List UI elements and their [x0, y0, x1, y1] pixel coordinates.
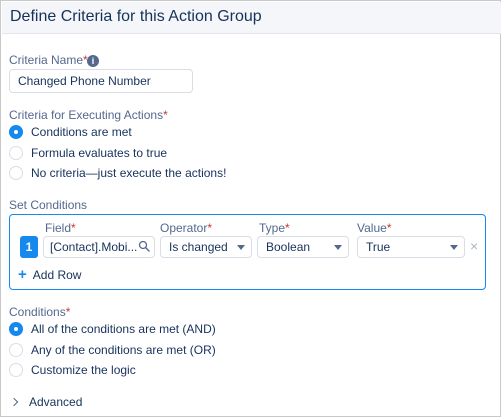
radio-label: All of the conditions are met (AND) [31, 322, 216, 336]
radio-label: Formula evaluates to true [31, 146, 168, 160]
add-row-label: Add Row [32, 268, 82, 282]
type-selected-text: Boolean [266, 240, 311, 254]
criteria-executing-label: Criteria for Executing Actions* [9, 108, 168, 122]
criteria-name-label: Criteria Name* [9, 53, 88, 67]
column-header-text: Field [45, 221, 72, 235]
radio-label: No criteria—just execute the actions! [31, 166, 227, 180]
dialog-header: Define Criteria for this Action Group [2, 2, 501, 34]
set-conditions-label: Set Conditions [9, 198, 88, 212]
required-mark: * [207, 221, 213, 235]
column-header-text: Operator [160, 221, 208, 235]
column-header-field: Field* [45, 221, 76, 235]
radio-button[interactable] [9, 363, 23, 377]
radio-customize-logic[interactable]: Customize the logic [9, 362, 136, 378]
required-mark: * [65, 305, 71, 319]
search-icon[interactable] [138, 240, 150, 252]
value-select[interactable]: True [357, 236, 465, 258]
info-icon[interactable]: i [87, 55, 99, 67]
radio-button[interactable] [9, 166, 23, 180]
criteria-name-label-text: Criteria Name [9, 53, 84, 67]
radio-button-checked[interactable] [9, 322, 23, 336]
radio-label: Customize the logic [31, 363, 136, 377]
value-selected-text: True [366, 240, 391, 254]
radio-label: Any of the conditions are met (OR) [31, 343, 216, 357]
advanced-label: Advanced [29, 395, 83, 409]
column-header-type: Type* [259, 221, 290, 235]
column-header-operator: Operator* [160, 221, 212, 235]
radio-any-conditions[interactable]: Any of the conditions are met (OR) [9, 342, 216, 358]
radio-label: Conditions are met [31, 125, 132, 139]
conditions-label: Conditions* [9, 305, 70, 319]
column-header-value: Value* [357, 221, 391, 235]
radio-all-conditions[interactable]: All of the conditions are met (AND) [9, 321, 216, 337]
field-value-text: [Contact].Mobi... [50, 240, 138, 254]
column-header-text: Value [357, 221, 387, 235]
required-mark: * [386, 221, 392, 235]
conditions-table: Field* Operator* Type* Value* 1 [Contact… [9, 214, 486, 290]
radio-button[interactable] [9, 343, 23, 357]
required-mark: * [71, 221, 76, 235]
radio-formula-evaluates[interactable]: Formula evaluates to true [9, 145, 167, 161]
add-row-button[interactable]: + Add Row [18, 266, 82, 283]
chevron-down-icon [237, 245, 245, 250]
chevron-right-icon [9, 397, 19, 407]
radio-no-criteria[interactable]: No criteria—just execute the actions! [9, 165, 226, 181]
remove-row-icon[interactable]: × [470, 239, 478, 253]
criteria-executing-label-text: Criteria for Executing Actions [9, 108, 164, 122]
required-mark: * [163, 108, 168, 122]
criteria-name-input[interactable]: Changed Phone Number [9, 69, 193, 93]
radio-button-checked[interactable] [9, 125, 23, 139]
column-header-text: Type [259, 221, 286, 235]
conditions-label-text: Conditions [9, 305, 66, 319]
required-mark: * [285, 221, 290, 235]
field-lookup-input[interactable]: [Contact].Mobi... [43, 236, 155, 258]
dialog-frame: Define Criteria for this Action Group Cr… [0, 0, 501, 417]
row-number-badge: 1 [20, 236, 38, 258]
radio-conditions-are-met[interactable]: Conditions are met [9, 124, 132, 140]
operator-select[interactable]: Is changed [160, 236, 252, 258]
advanced-toggle[interactable]: Advanced [9, 395, 82, 409]
dialog-title: Define Criteria for this Action Group [10, 8, 262, 25]
plus-icon: + [18, 266, 27, 283]
operator-selected-text: Is changed [169, 240, 228, 254]
chevron-down-icon [450, 245, 458, 250]
radio-button[interactable] [9, 146, 23, 160]
type-select[interactable]: Boolean [257, 236, 349, 258]
chevron-down-icon [334, 245, 342, 250]
